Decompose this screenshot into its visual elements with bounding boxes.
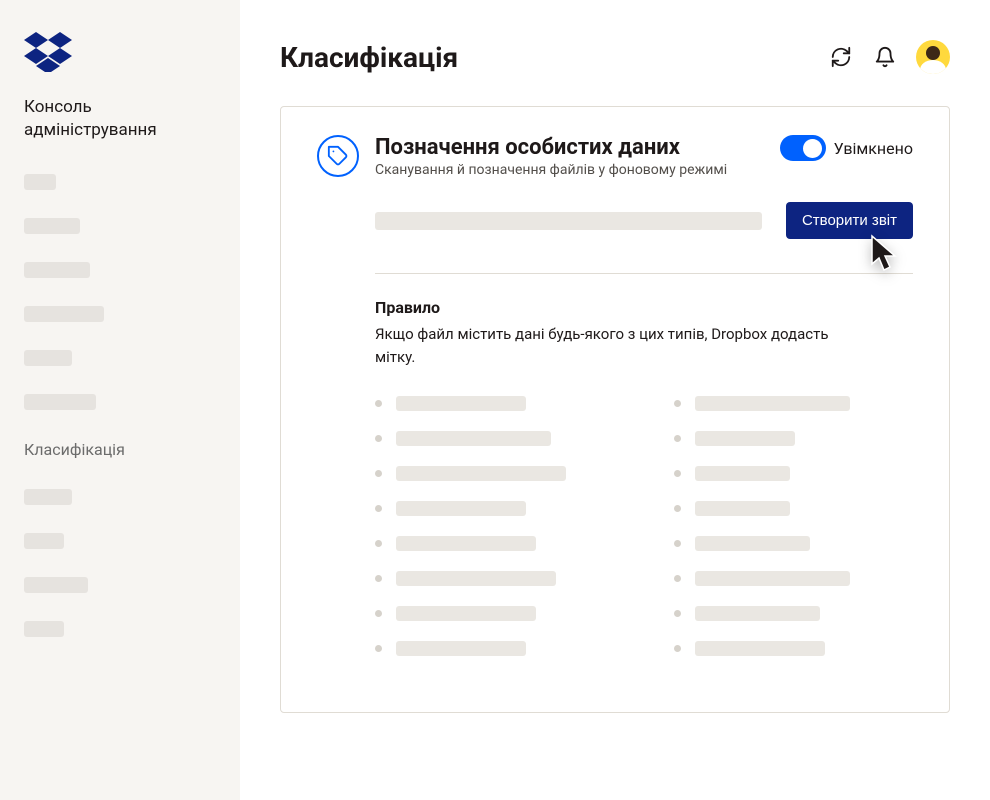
sidebar-title: Консоль адміністрування (24, 96, 216, 142)
dropbox-logo-icon (24, 32, 72, 72)
sidebar-item-classification[interactable]: Класифікація (24, 438, 216, 461)
cursor-icon (868, 234, 904, 274)
rule-item (674, 641, 913, 656)
page-header: Класифікація (280, 40, 950, 74)
toggle-wrap: Увімкнено (780, 135, 913, 161)
card-title: Позначення особистих даних (375, 135, 764, 160)
main-content: Класифікація (240, 0, 990, 800)
rule-item (674, 571, 913, 586)
toggle-label: Увімкнено (834, 139, 913, 158)
rule-item (375, 641, 614, 656)
rule-column-right (674, 396, 913, 676)
sidebar-item[interactable] (24, 174, 56, 190)
create-report-button[interactable]: Створити звіт (786, 202, 913, 239)
rule-item (674, 606, 913, 621)
rule-description: Якщо файл містить дані будь-якого з цих … (375, 323, 835, 368)
header-actions (828, 40, 950, 74)
rule-item (375, 606, 614, 621)
sidebar-item[interactable] (24, 306, 104, 322)
bell-icon[interactable] (872, 44, 898, 70)
enable-toggle[interactable] (780, 135, 826, 161)
rule-item (674, 501, 913, 516)
sidebar-item[interactable] (24, 394, 96, 410)
rule-item (375, 536, 614, 551)
classification-card: Позначення особистих даних Сканування й … (280, 106, 950, 713)
rule-item (674, 536, 913, 551)
sidebar-item[interactable] (24, 218, 80, 234)
rule-item (674, 396, 913, 411)
rule-item (375, 396, 614, 411)
tag-icon (317, 135, 359, 177)
rule-item (375, 466, 614, 481)
card-header: Позначення особистих даних Сканування й … (317, 135, 913, 178)
sync-icon[interactable] (828, 44, 854, 70)
sidebar-item[interactable] (24, 262, 90, 278)
rule-item (375, 501, 614, 516)
sidebar-item[interactable] (24, 489, 72, 505)
rule-item (674, 431, 913, 446)
logo[interactable] (24, 32, 216, 72)
rule-item (674, 466, 913, 481)
progress-row: Створити звіт (317, 202, 913, 239)
card-subtitle: Сканування й позначення файлів у фоновом… (375, 162, 764, 178)
progress-bar (375, 212, 762, 230)
rule-section: Правило Якщо файл містить дані будь-яког… (317, 298, 913, 676)
rule-title: Правило (375, 298, 913, 317)
rule-column-left (375, 396, 614, 676)
avatar[interactable] (916, 40, 950, 74)
rule-item (375, 571, 614, 586)
rule-item (375, 431, 614, 446)
rule-columns (375, 396, 913, 676)
sidebar: Консоль адміністрування Класифікація (0, 0, 240, 800)
sidebar-item[interactable] (24, 350, 72, 366)
card-header-text: Позначення особистих даних Сканування й … (375, 135, 764, 178)
divider (375, 273, 913, 274)
sidebar-item[interactable] (24, 533, 64, 549)
page-title: Класифікація (280, 41, 458, 74)
sidebar-item[interactable] (24, 577, 88, 593)
create-report-wrap: Створити звіт (786, 202, 913, 239)
sidebar-item[interactable] (24, 621, 64, 637)
